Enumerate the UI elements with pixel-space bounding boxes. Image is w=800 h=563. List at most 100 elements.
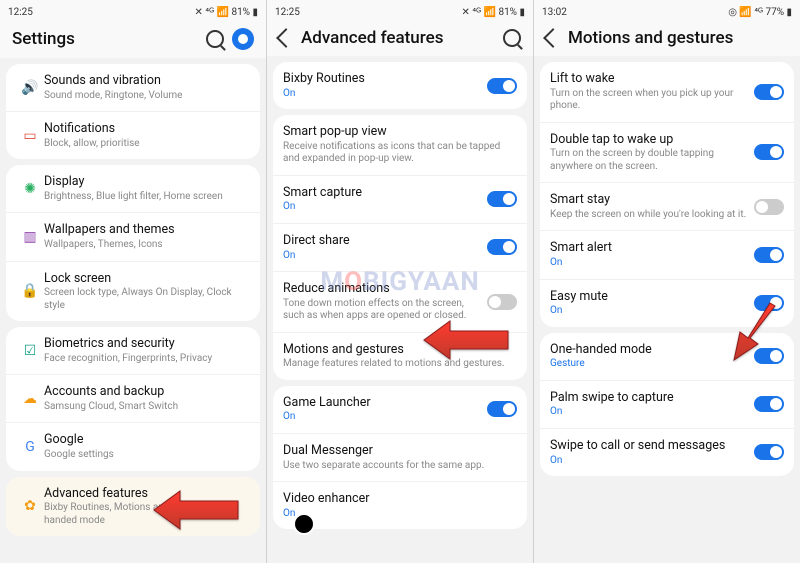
- settings-row-display[interactable]: ✺DisplayBrightness, Blue light filter, H…: [6, 165, 260, 212]
- settings-row-smart-capture[interactable]: Smart captureOn: [273, 175, 527, 223]
- double-tap-to-wake-up-toggle[interactable]: [754, 144, 784, 160]
- settings-row-smart-stay[interactable]: Smart stayKeep the screen on while you'r…: [540, 182, 794, 230]
- row-subtitle: Sound mode, Ringtone, Volume: [44, 90, 250, 103]
- swipe-to-call-or-send-messages-toggle[interactable]: [754, 444, 784, 460]
- settings-row-notifications[interactable]: ▭NotificationsBlock, allow, prioritise: [6, 111, 260, 159]
- profile-avatar[interactable]: [232, 28, 254, 50]
- row-text: Dual MessengerUse two separate accounts …: [283, 443, 517, 472]
- row-subtitle: On: [283, 411, 487, 424]
- row-text: DisplayBrightness, Blue light filter, Ho…: [44, 174, 250, 203]
- row-text: Accounts and backupSamsung Cloud, Smart …: [44, 384, 250, 413]
- row-subtitle: Receive notifications as icons that can …: [283, 141, 517, 166]
- status-bar: 13:02◎ 📶 ⁴ᴳ 77% ▮: [534, 0, 800, 22]
- status-time: 12:25: [8, 7, 33, 18]
- row-subtitle: Keep the screen on while you're looking …: [550, 209, 754, 222]
- status-bar: 12:25 ✕ ⁴ᴳ 📶 81% ▮: [0, 0, 266, 22]
- notifications-icon: ▭: [16, 128, 44, 144]
- status-icons: ✕ ⁴ᴳ 📶 81% ▮: [462, 7, 525, 18]
- settings-group: ☑Biometrics and securityFace recognition…: [6, 327, 260, 470]
- row-title: Motions and gestures: [283, 342, 517, 358]
- one-handed-mode-toggle[interactable]: [754, 348, 784, 364]
- row-title: Google: [44, 432, 250, 448]
- row-text: Palm swipe to captureOn: [550, 390, 754, 419]
- row-subtitle: Bixby Routines, Motions and gestures, On…: [44, 502, 250, 527]
- row-title: Video enhancer: [283, 491, 517, 507]
- easy-mute-toggle[interactable]: [754, 295, 784, 311]
- settings-row-double-tap-to-wake-up[interactable]: Double tap to wake upTurn on the screen …: [540, 122, 794, 183]
- back-button[interactable]: [546, 31, 560, 45]
- row-title: Reduce animations: [283, 281, 487, 297]
- settings-row-bixby-routines[interactable]: Bixby RoutinesOn: [273, 62, 527, 109]
- search-button[interactable]: [503, 29, 521, 47]
- settings-row-wallpapers-and-themes[interactable]: ▥Wallpapers and themesWallpapers, Themes…: [6, 212, 260, 260]
- settings-group: One-handed modeGesture Palm swipe to capt…: [540, 333, 794, 476]
- row-title: Biometrics and security: [44, 336, 250, 352]
- google-icon: G: [16, 439, 44, 455]
- settings-group: ✿Advanced featuresBixby Routines, Motion…: [6, 477, 260, 537]
- row-subtitle: Wallpapers, Themes, Icons: [44, 239, 250, 252]
- row-subtitle: Manage features related to motions and g…: [283, 358, 517, 371]
- settings-row-google[interactable]: GGoogleGoogle settings: [6, 422, 260, 470]
- lift-to-wake-toggle[interactable]: [754, 84, 784, 100]
- lock-screen-icon: 🔒: [16, 283, 44, 299]
- page-header: Settings: [0, 22, 266, 58]
- row-title: Palm swipe to capture: [550, 390, 754, 406]
- settings-row-swipe-to-call-or-send-messages[interactable]: Swipe to call or send messagesOn: [540, 428, 794, 476]
- page-title: Settings: [12, 29, 101, 49]
- row-subtitle: On: [283, 250, 487, 263]
- row-title: Lift to wake: [550, 71, 754, 87]
- touch-indicator-icon: [293, 513, 315, 535]
- smart-stay-toggle[interactable]: [754, 199, 784, 215]
- biometrics-and-security-icon: ☑: [16, 343, 44, 359]
- page-title: Motions and gestures: [568, 28, 788, 48]
- settings-row-biometrics-and-security[interactable]: ☑Biometrics and securityFace recognition…: [6, 327, 260, 374]
- row-text: Double tap to wake upTurn on the screen …: [550, 132, 754, 174]
- settings-row-smart-pop-up-view[interactable]: Smart pop-up viewReceive notifications a…: [273, 115, 527, 175]
- settings-row-one-handed-mode[interactable]: One-handed modeGesture: [540, 333, 794, 380]
- row-subtitle: On: [550, 305, 754, 318]
- wallpapers-and-themes-icon: ▥: [16, 229, 44, 245]
- row-subtitle: Google settings: [44, 449, 250, 462]
- row-text: Direct shareOn: [283, 233, 487, 262]
- settings-row-lift-to-wake[interactable]: Lift to wakeTurn on the screen when you …: [540, 62, 794, 122]
- row-title: Display: [44, 174, 250, 190]
- content-scroll[interactable]: 🔊Sounds and vibrationSound mode, Rington…: [0, 58, 266, 563]
- game-launcher-toggle[interactable]: [487, 401, 517, 417]
- row-title: Double tap to wake up: [550, 132, 754, 148]
- settings-row-palm-swipe-to-capture[interactable]: Palm swipe to captureOn: [540, 380, 794, 428]
- reduce-animations-toggle[interactable]: [487, 294, 517, 310]
- settings-row-accounts-and-backup[interactable]: ☁Accounts and backupSamsung Cloud, Smart…: [6, 374, 260, 422]
- settings-row-game-launcher[interactable]: Game LauncherOn: [273, 386, 527, 433]
- search-button[interactable]: [206, 30, 224, 48]
- row-title: Swipe to call or send messages: [550, 438, 754, 454]
- back-button[interactable]: [279, 31, 293, 45]
- row-text: Lock screenScreen lock type, Always On D…: [44, 271, 250, 313]
- bixby-routines-toggle[interactable]: [487, 78, 517, 94]
- sounds-and-vibration-icon: 🔊: [16, 80, 44, 96]
- settings-group: 🔊Sounds and vibrationSound mode, Rington…: [6, 64, 260, 159]
- settings-row-easy-mute[interactable]: Easy muteOn: [540, 279, 794, 327]
- smart-capture-toggle[interactable]: [487, 191, 517, 207]
- palm-swipe-to-capture-toggle[interactable]: [754, 396, 784, 412]
- row-subtitle: Turn on the screen when you pick up your…: [550, 88, 754, 113]
- row-title: Accounts and backup: [44, 384, 250, 400]
- row-text: Smart alertOn: [550, 240, 754, 269]
- direct-share-toggle[interactable]: [487, 239, 517, 255]
- status-icons: ✕ ⁴ᴳ 📶 81% ▮: [195, 7, 258, 18]
- settings-row-lock-screen[interactable]: 🔒Lock screenScreen lock type, Always On …: [6, 261, 260, 322]
- settings-row-dual-messenger[interactable]: Dual MessengerUse two separate accounts …: [273, 433, 527, 481]
- row-title: Direct share: [283, 233, 487, 249]
- settings-row-smart-alert[interactable]: Smart alertOn: [540, 230, 794, 278]
- settings-row-advanced-features[interactable]: ✿Advanced featuresBixby Routines, Motion…: [6, 477, 260, 537]
- content-scroll[interactable]: Bixby RoutinesOn Smart pop-up viewReceive…: [267, 56, 533, 563]
- accounts-and-backup-icon: ☁: [16, 391, 44, 407]
- smart-alert-toggle[interactable]: [754, 247, 784, 263]
- settings-row-reduce-animations[interactable]: Reduce animationsTone down motion effect…: [273, 271, 527, 332]
- row-text: Bixby RoutinesOn: [283, 71, 487, 100]
- content-scroll[interactable]: Lift to wakeTurn on the screen when you …: [534, 56, 800, 563]
- settings-row-direct-share[interactable]: Direct shareOn: [273, 223, 527, 271]
- row-title: Smart stay: [550, 192, 754, 208]
- settings-row-motions-and-gestures[interactable]: Motions and gesturesManage features rela…: [273, 332, 527, 380]
- settings-row-sounds-and-vibration[interactable]: 🔊Sounds and vibrationSound mode, Rington…: [6, 64, 260, 111]
- settings-group: Bixby RoutinesOn: [273, 62, 527, 109]
